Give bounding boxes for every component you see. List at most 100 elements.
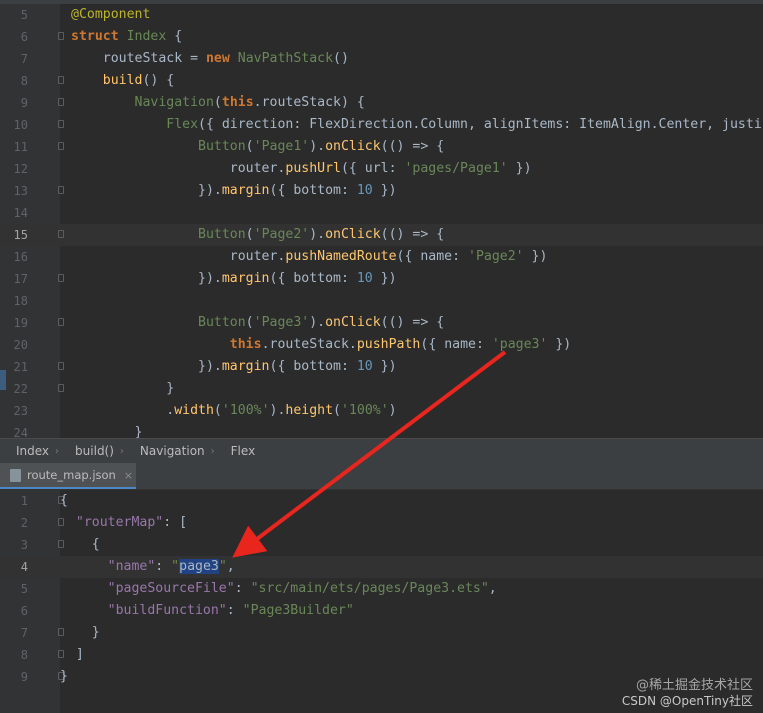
tab-route-map-json[interactable]: route_map.json × <box>0 463 136 489</box>
code-text: } <box>71 422 143 438</box>
line-number: 16 <box>13 250 28 264</box>
code-line[interactable]: 5 @Component <box>0 4 763 26</box>
code-token: height <box>285 403 334 418</box>
fold-marker-icon[interactable] <box>58 384 64 392</box>
code-line[interactable]: 14 <box>0 202 763 224</box>
code-line[interactable]: 1{ <box>0 490 763 512</box>
code-text: Flex({ direction: FlexDirection.Column, … <box>71 114 763 136</box>
code-token: 'Page2' <box>253 227 310 242</box>
code-text: "buildFunction": "Page3Builder" <box>60 600 354 622</box>
code-text: }).margin({ bottom: 10 }) <box>71 180 397 202</box>
line-number: 17 <box>13 272 28 286</box>
code-token: ] <box>60 647 84 662</box>
code-token: ( <box>213 403 222 418</box>
line-number: 10 <box>13 118 28 132</box>
code-text: { <box>60 490 68 512</box>
code-line[interactable]: 6 "buildFunction": "Page3Builder" <box>0 600 763 622</box>
code-token: Navigation <box>71 95 214 110</box>
code-line[interactable]: 24 } <box>0 422 763 438</box>
code-line[interactable]: 6 struct Index { <box>0 26 763 48</box>
code-token: .routeStack. <box>261 337 357 352</box>
json-file-icon <box>10 468 21 482</box>
fold-marker-icon[interactable] <box>58 32 64 40</box>
code-line[interactable]: 22 } <box>0 378 763 400</box>
code-line[interactable]: 23 .width('100%').height('100%') <box>0 400 763 422</box>
code-line[interactable]: 2 "routerMap": [ <box>0 512 763 534</box>
line-number: 19 <box>13 316 28 330</box>
fold-marker-icon[interactable] <box>58 230 64 238</box>
code-line[interactable]: 8 ] <box>0 644 763 666</box>
code-token: 'Page1' <box>253 139 310 154</box>
code-token: Button <box>71 315 246 330</box>
code-token: ( <box>213 95 222 110</box>
line-number: 9 <box>20 96 28 110</box>
code-line[interactable]: 13 }).margin({ bottom: 10 }) <box>0 180 763 202</box>
breadcrumb-item-index[interactable]: Index <box>0 444 55 458</box>
line-number: 6 <box>20 604 28 618</box>
code-line[interactable]: 10 Flex({ direction: FlexDirection.Colum… <box>0 114 763 136</box>
editor-tab-bar: route_map.json × <box>0 463 763 490</box>
code-token: onClick <box>325 227 381 242</box>
code-text: "pageSourceFile": "src/main/ets/pages/Pa… <box>60 578 497 600</box>
code-token: Index <box>126 29 167 44</box>
line-number: 1 <box>20 494 28 508</box>
code-text: @Component <box>71 4 150 26</box>
fold-marker-icon[interactable] <box>58 362 64 370</box>
code-token: }) <box>372 183 397 198</box>
code-line[interactable]: 8 build() { <box>0 70 763 92</box>
code-token: (() => { <box>380 139 445 154</box>
code-token: ). <box>309 315 326 330</box>
code-token: 'pages/Page1' <box>404 161 508 176</box>
code-token: () <box>333 51 349 66</box>
code-line[interactable]: 11 Button('Page1').onClick(() => { <box>0 136 763 158</box>
code-line[interactable]: 17 }).margin({ bottom: 10 }) <box>0 268 763 290</box>
editor-pane-index[interactable]: 5 @Component 6 struct Index {7 routeStack =… <box>0 4 763 438</box>
close-icon[interactable]: × <box>124 469 133 482</box>
code-token: router. <box>71 161 286 176</box>
code-line[interactable]: 5 "pageSourceFile": "src/main/ets/pages/… <box>0 578 763 600</box>
fold-marker-icon[interactable] <box>58 120 64 128</box>
line-number: 18 <box>13 294 28 308</box>
code-line[interactable]: 7 routeStack = new NavPathStack() <box>0 48 763 70</box>
code-token: { <box>60 537 100 552</box>
code-line[interactable]: 16 router.pushNamedRoute({ name: 'Page2'… <box>0 246 763 268</box>
code-text: } <box>71 378 174 400</box>
code-line[interactable]: 7 } <box>0 622 763 644</box>
code-line[interactable]: 21 }).margin({ bottom: 10 }) <box>0 356 763 378</box>
fold-marker-icon[interactable] <box>58 142 64 150</box>
code-line[interactable]: 20 this.routeStack.pushPath({ name: 'pag… <box>0 334 763 356</box>
code-token: ({ name: <box>396 249 468 264</box>
breadcrumb-item-flex[interactable]: Flex <box>215 444 262 458</box>
code-line[interactable]: 15 Button('Page2').onClick(() => { <box>0 224 763 246</box>
breadcrumb-item-navigation[interactable]: Navigation <box>124 444 211 458</box>
fold-marker-icon[interactable] <box>58 274 64 282</box>
code-line[interactable]: 4 "name": "page3", <box>0 556 763 578</box>
code-token: 'page3' <box>491 337 548 352</box>
code-text: Navigation(this.routeStack) { <box>71 92 365 114</box>
code-text: .width('100%').height('100%') <box>71 400 396 422</box>
code-line[interactable]: 18 <box>0 290 763 312</box>
code-token: margin <box>221 359 270 374</box>
code-line[interactable]: 19 Button('Page3').onClick(() => { <box>0 312 763 334</box>
fold-marker-icon[interactable] <box>58 318 64 326</box>
code-line[interactable]: 12 router.pushUrl({ url: 'pages/Page1' }… <box>0 158 763 180</box>
breadcrumb-item-build[interactable]: build() <box>59 444 120 458</box>
line-number: 2 <box>20 516 28 530</box>
fold-marker-icon[interactable] <box>58 76 64 84</box>
code-token: width <box>174 403 214 418</box>
line-number: 9 <box>20 670 28 684</box>
code-token: '100%' <box>221 403 270 418</box>
code-token: }). <box>71 359 222 374</box>
line-number: 14 <box>13 206 28 220</box>
code-token: }). <box>71 271 222 286</box>
line-number: 11 <box>13 140 28 154</box>
code-line[interactable]: 9 Navigation(this.routeStack) { <box>0 92 763 114</box>
line-number: 3 <box>20 538 28 552</box>
fold-marker-icon[interactable] <box>58 186 64 194</box>
code-token: "Page3Builder" <box>242 603 354 618</box>
fold-marker-icon[interactable] <box>58 98 64 106</box>
code-token: ). <box>269 403 286 418</box>
line-number: 4 <box>20 560 28 574</box>
code-line[interactable]: 3 { <box>0 534 763 556</box>
